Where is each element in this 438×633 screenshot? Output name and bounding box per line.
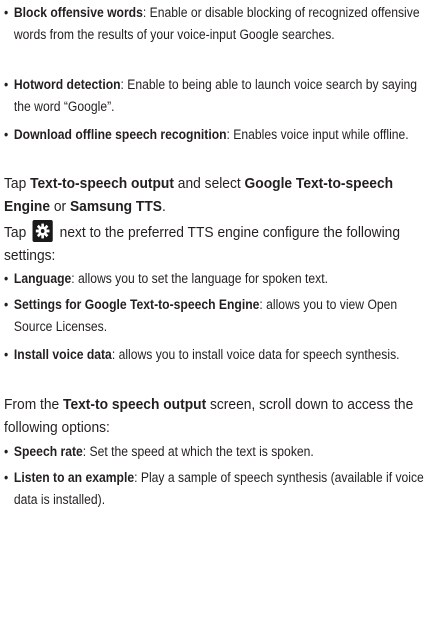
- option-name: Install voice data: [13, 347, 112, 362]
- bullet-dot: •: [4, 127, 9, 142]
- text: next to the preferred TTS engine configu…: [4, 224, 401, 264]
- bullet-dot: •: [4, 271, 9, 286]
- bullet-dot: •: [4, 5, 9, 20]
- paragraph-tap-tts-output: Tap Text-to-speech output and select Goo…: [4, 172, 427, 218]
- bullet-hotword-detection: • Hotword detection: Enable to being abl…: [4, 74, 437, 118]
- option-name: Speech rate: [13, 444, 83, 459]
- option-name: Language: [13, 271, 72, 286]
- option-description: : allows you to install voice data for s…: [111, 347, 400, 362]
- bullet-settings-google-tts: • Settings for Google Text-to-speech Eng…: [4, 294, 437, 338]
- document-page: • Block offensive words: Enable or disab…: [0, 0, 438, 633]
- text: and select: [173, 175, 245, 192]
- bullet-block-offensive-words: • Block offensive words: Enable or disab…: [4, 2, 437, 46]
- bullet-install-voice-data: • Install voice data: allows you to inst…: [4, 344, 437, 366]
- bullet-dot: •: [4, 77, 9, 92]
- bullet-listen-example: • Listen to an example: Play a sample of…: [4, 467, 437, 511]
- ui-term: Samsung TTS: [69, 198, 162, 215]
- option-name: Download offline speech recognition: [13, 127, 227, 142]
- option-name: Block offensive words: [13, 5, 143, 20]
- text: From the: [4, 396, 64, 413]
- bullet-language: • Language: allows you to set the langua…: [4, 268, 437, 290]
- ui-term: Text-to speech output: [63, 396, 207, 413]
- option-description: : allows you to set the language for spo…: [71, 271, 328, 286]
- text: .: [161, 198, 166, 215]
- option-description: : Enables voice input while offline.: [226, 127, 409, 142]
- option-name: Listen to an example: [13, 470, 135, 485]
- option-description: : Set the speed at which the text is spo…: [82, 444, 314, 459]
- bullet-dot: •: [4, 297, 9, 312]
- bullet-dot: •: [4, 444, 9, 459]
- bullet-speech-rate: • Speech rate: Set the speed at which th…: [4, 441, 437, 463]
- paragraph-tap-gear: Tap next to the preferred TTS engine con…: [4, 220, 427, 267]
- bullet-download-offline-speech: • Download offline speech recognition: E…: [4, 124, 437, 146]
- text: or: [50, 198, 70, 215]
- paragraph-from-tts-screen: From the Text-to speech output screen, s…: [4, 393, 427, 439]
- bullet-dot: •: [4, 347, 9, 362]
- bullet-dot: •: [4, 470, 9, 485]
- settings-gear-icon: [32, 220, 54, 242]
- text: Tap: [4, 224, 31, 241]
- ui-term: Text-to-speech output: [30, 175, 174, 192]
- option-name: Settings for Google Text-to-speech Engin…: [13, 297, 260, 312]
- option-name: Hotword detection: [13, 77, 121, 92]
- text: Tap: [4, 175, 31, 192]
